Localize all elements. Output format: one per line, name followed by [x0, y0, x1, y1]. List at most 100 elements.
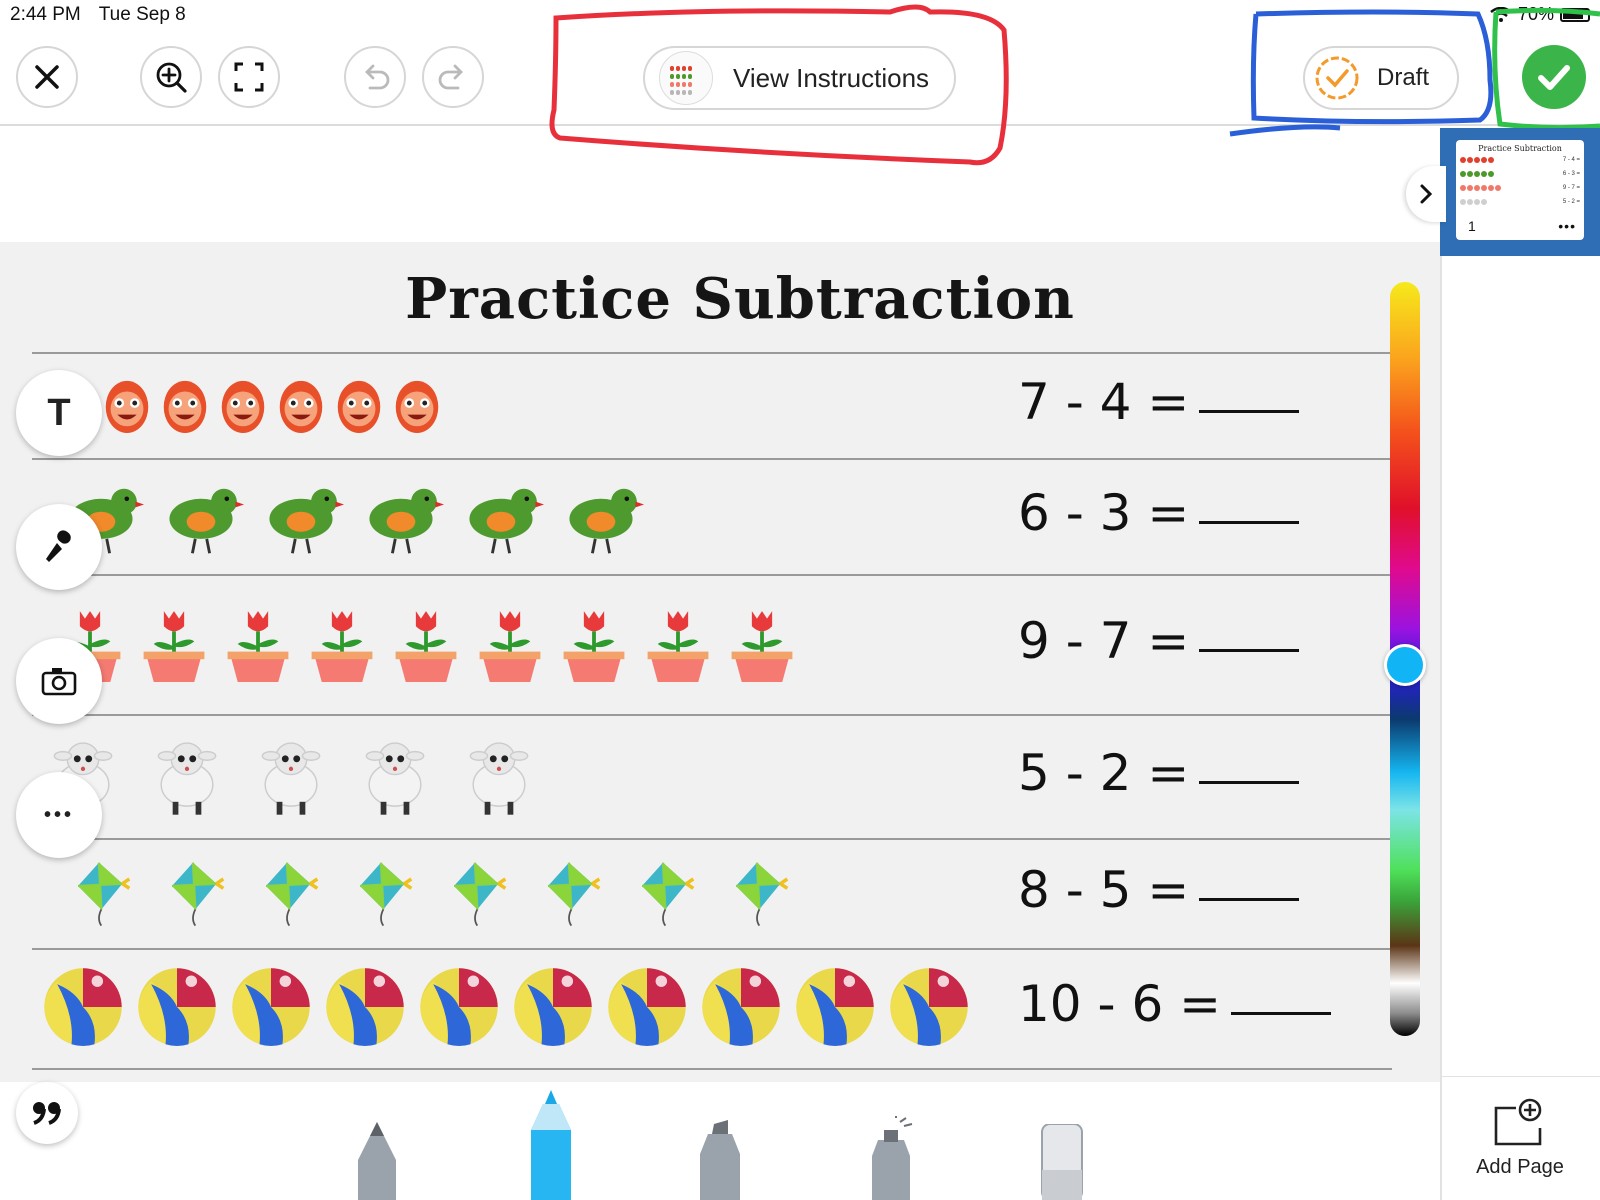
highlighter-tool[interactable]	[696, 1120, 744, 1200]
worksheet-title: Practice Subtraction	[405, 266, 1075, 332]
redo-button[interactable]	[422, 46, 484, 108]
row-divider	[32, 352, 1392, 354]
tulip-pot-icon	[647, 611, 709, 682]
equation-text: 5 - 2 =	[1018, 744, 1190, 802]
picture-group	[58, 473, 644, 559]
kite-icon	[77, 862, 131, 927]
text-tool-label: T	[47, 391, 71, 434]
expand-panel-button[interactable]	[1406, 166, 1446, 222]
draft-button[interactable]: Draft	[1303, 46, 1459, 110]
egg-face-icon	[337, 380, 381, 434]
close-button[interactable]	[16, 46, 78, 108]
view-instructions-button[interactable]: View Instructions	[643, 46, 956, 110]
tulip-pot-icon	[227, 611, 289, 682]
undo-button[interactable]	[344, 46, 406, 108]
marker-tool[interactable]	[527, 1090, 575, 1200]
equation: 8 - 5 =	[1018, 861, 1300, 919]
equation-text: 9 - 7 =	[1018, 612, 1190, 670]
camera-button[interactable]	[16, 638, 102, 724]
bird-icon	[269, 488, 344, 554]
zoom-button[interactable]	[140, 46, 202, 108]
sheep-icon	[261, 742, 321, 815]
equation-text: 8 - 5 =	[1018, 861, 1190, 919]
thumbnail-row: 9 - 7 =	[1456, 181, 1584, 195]
answer-blank[interactable]	[1199, 521, 1300, 524]
fullscreen-button[interactable]	[218, 46, 280, 108]
checkmark-icon	[1538, 65, 1570, 90]
submit-button[interactable]	[1522, 45, 1586, 109]
egg-face-icon	[395, 380, 439, 434]
picture-group	[64, 858, 792, 928]
bird-icon	[369, 488, 444, 554]
answer-blank[interactable]	[1199, 898, 1300, 901]
beach-ball-icon	[138, 968, 216, 1047]
battery-icon	[1560, 7, 1590, 22]
answer-blank[interactable]	[1199, 410, 1300, 413]
equation: 5 - 2 =	[1018, 744, 1300, 802]
tulip-pot-icon	[563, 611, 625, 682]
beach-ball-icon	[44, 968, 122, 1047]
add-page-button[interactable]: Add Page	[1440, 1076, 1600, 1200]
row-divider	[32, 574, 1392, 576]
sheep-icon	[469, 742, 529, 815]
beach-ball-icon	[326, 968, 404, 1047]
kite-icon	[265, 862, 319, 927]
egg-face-icon	[279, 380, 323, 434]
picture-group	[52, 606, 800, 682]
spray-tool[interactable]	[866, 1116, 916, 1200]
chevron-right-icon	[1420, 184, 1433, 204]
bird-icon	[469, 488, 544, 554]
color-slider-handle[interactable]	[1384, 644, 1426, 686]
thumbnail-eq: 5 - 2 =	[1562, 199, 1580, 205]
kite-icon	[171, 862, 225, 927]
thumbnail-row: 7 - 4 =	[1456, 153, 1584, 167]
battery-text: 70%	[1517, 4, 1554, 24]
row-divider	[32, 1068, 1392, 1070]
beach-ball-icon	[890, 968, 968, 1047]
zoom-in-icon	[156, 62, 187, 93]
picture-group	[40, 733, 542, 819]
thumbnail-more-button[interactable]: •••	[1558, 218, 1576, 234]
text-tool-button[interactable]: T	[16, 370, 102, 456]
tulip-pot-icon	[479, 611, 541, 682]
pencil-tool[interactable]	[354, 1120, 400, 1200]
picture-group	[40, 964, 972, 1050]
bird-icon	[169, 488, 244, 554]
beach-ball-icon	[232, 968, 310, 1047]
row-divider	[32, 714, 1392, 716]
sheep-icon	[157, 742, 217, 815]
egg-face-icon	[163, 380, 207, 434]
thumbnail-eq: 7 - 4 =	[1562, 157, 1580, 163]
thumbnail-eq: 9 - 7 =	[1562, 185, 1580, 191]
draft-label: Draft	[1377, 64, 1430, 91]
thumbnail-eq: 6 - 3 =	[1562, 171, 1580, 177]
egg-face-icon	[105, 380, 149, 434]
answer-blank[interactable]	[1199, 649, 1300, 652]
beach-ball-icon	[796, 968, 874, 1047]
wifi-icon	[1490, 6, 1512, 22]
add-page-label: Add Page	[1476, 1156, 1564, 1178]
sheep-icon	[365, 742, 425, 815]
undo-icon	[365, 64, 390, 90]
eraser-tool[interactable]	[1038, 1124, 1086, 1200]
status-date: Tue Sep 8	[98, 4, 186, 25]
answer-blank[interactable]	[1199, 781, 1300, 784]
kite-icon	[453, 862, 507, 927]
instructions-thumbnail	[659, 51, 713, 105]
camera-icon	[41, 668, 77, 696]
equation-text: 10 - 6 =	[1018, 975, 1222, 1033]
instructions-label: View Instructions	[733, 62, 930, 93]
more-tools-button[interactable]: •••	[16, 772, 102, 858]
close-icon	[35, 65, 59, 89]
drawing-toolbar	[0, 1090, 1440, 1200]
top-toolbar: View Instructions Draft	[0, 30, 1600, 126]
beach-ball-icon	[514, 968, 592, 1047]
tulip-pot-icon	[143, 611, 205, 682]
answer-blank[interactable]	[1231, 1012, 1332, 1015]
page-thumbnail[interactable]: Practice Subtraction 7 - 4 = 6 - 3 = 9 -…	[1456, 140, 1584, 240]
microphone-button[interactable]	[16, 504, 102, 590]
kite-icon	[735, 862, 789, 927]
tulip-pot-icon	[731, 611, 793, 682]
kite-icon	[641, 862, 695, 927]
row-divider	[32, 948, 1392, 950]
